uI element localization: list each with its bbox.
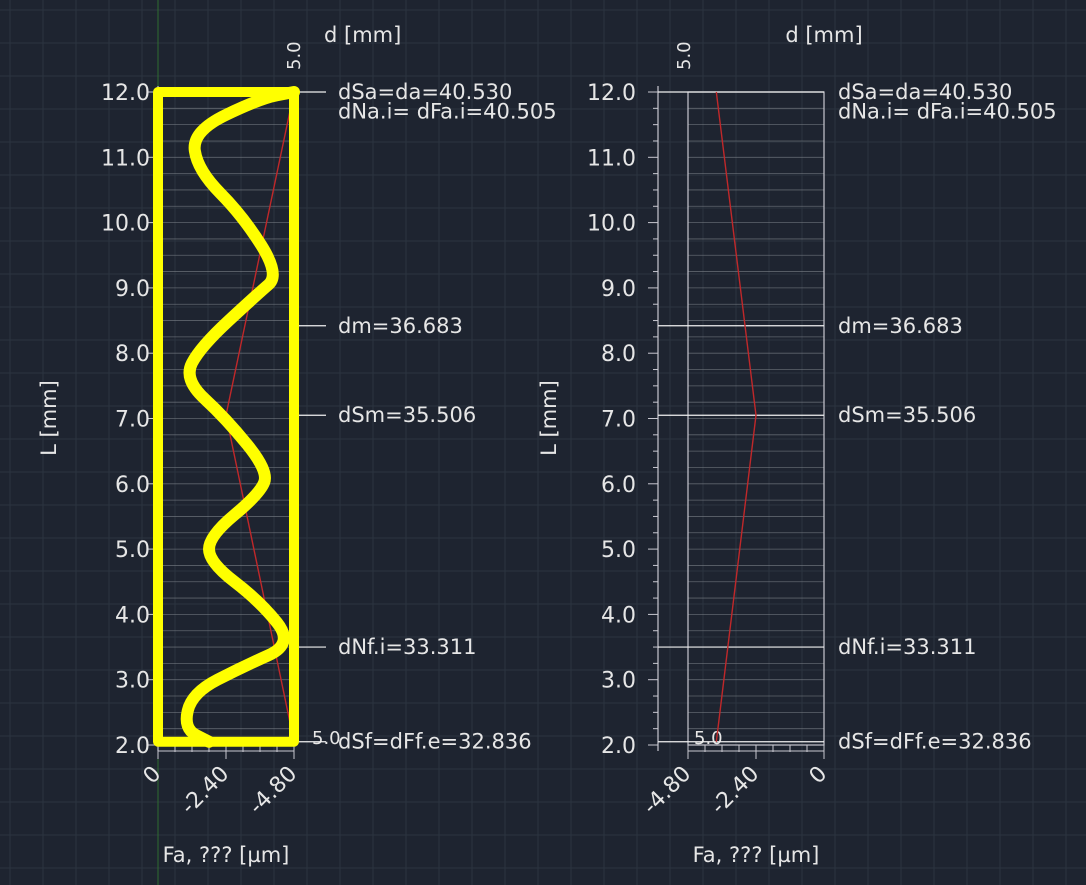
y-tick-label: 2.0: [601, 734, 636, 759]
diameter-label: dm=36.683: [838, 314, 963, 338]
y-tick-label: 10.0: [587, 212, 636, 237]
y-tick-label: 9.0: [115, 277, 150, 302]
y-tick-label: 5.0: [115, 538, 150, 563]
chart-title: d [mm]: [785, 23, 862, 47]
diameter-label: dSf=dFf.e=32.836: [338, 730, 532, 754]
x-tick-label: 0: [805, 762, 833, 790]
diameter-label: dSm=35.506: [838, 403, 976, 427]
x-axis-label: Fa, ??? [µm]: [693, 843, 820, 867]
bottom-marker-label: 5.0: [694, 728, 723, 749]
chart-title: d [mm]: [324, 23, 401, 47]
y-tick-label: 12.0: [101, 81, 150, 106]
y-tick-label: 11.0: [101, 146, 150, 171]
highlight-wave: [180, 86, 300, 748]
diameter-label: dSm=35.506: [338, 403, 476, 427]
y-tick-label: 2.0: [115, 734, 150, 759]
right-profile-panel: 2.0 3.0 4.0 5.0 6.0 7.0 8.0 9.0 10.0 11.0 12.0 L [m…: [537, 23, 1057, 867]
diameter-label: dm=36.683: [338, 314, 463, 338]
x-tick-label: -4.80: [244, 762, 302, 820]
profile-deviation-diagram: 2.0 3.0 4.0 5.0 6.0 7.0 8.0 9.0 10.0 11.0 12.0 L [m…: [0, 0, 1086, 885]
y-tick-label: 7.0: [115, 408, 150, 433]
bottom-marker-label: 5.0: [312, 728, 341, 749]
x-tick-label: -2.40: [176, 762, 234, 820]
y-tick-label: 7.0: [601, 408, 636, 433]
y-tick-label: 3.0: [601, 669, 636, 694]
x-tick-label: -4.80: [638, 762, 696, 820]
y-tick-label: 12.0: [587, 81, 636, 106]
y-tick-label: 8.0: [601, 342, 636, 367]
y-tick-label: 6.0: [115, 473, 150, 498]
y-tick-label: 6.0: [601, 473, 636, 498]
y-tick-label: 10.0: [101, 212, 150, 237]
y-tick-label: 8.0: [115, 342, 150, 367]
diameter-label: dNf.i=33.311: [338, 635, 477, 659]
y-tick-label: 9.0: [601, 277, 636, 302]
y-tick-label: 4.0: [601, 603, 636, 628]
top-marker-label: 5.0: [674, 41, 695, 70]
diameter-label: dSf=dFf.e=32.836: [838, 730, 1032, 754]
diameter-label: dNa.i= dFa.i=40.505: [338, 100, 557, 124]
y-tick-label: 4.0: [115, 603, 150, 628]
x-tick-label: -2.40: [706, 762, 764, 820]
top-marker-label: 5.0: [284, 41, 305, 70]
y-tick-label: 5.0: [601, 538, 636, 563]
y-tick-label: 3.0: [115, 669, 150, 694]
diameter-label: dNf.i=33.311: [838, 635, 977, 659]
y-axis-label: L [mm]: [537, 380, 561, 456]
diameter-label: dNa.i= dFa.i=40.505: [838, 100, 1057, 124]
y-tick-label: 11.0: [587, 146, 636, 171]
x-axis-label: Fa, ??? [µm]: [163, 843, 290, 867]
x-tick-label: 0: [139, 762, 167, 790]
left-profile-panel: 2.0 3.0 4.0 5.0 6.0 7.0 8.0 9.0 10.0 11.0 12.0 L [m…: [37, 23, 557, 867]
y-axis-label: L [mm]: [37, 380, 61, 456]
